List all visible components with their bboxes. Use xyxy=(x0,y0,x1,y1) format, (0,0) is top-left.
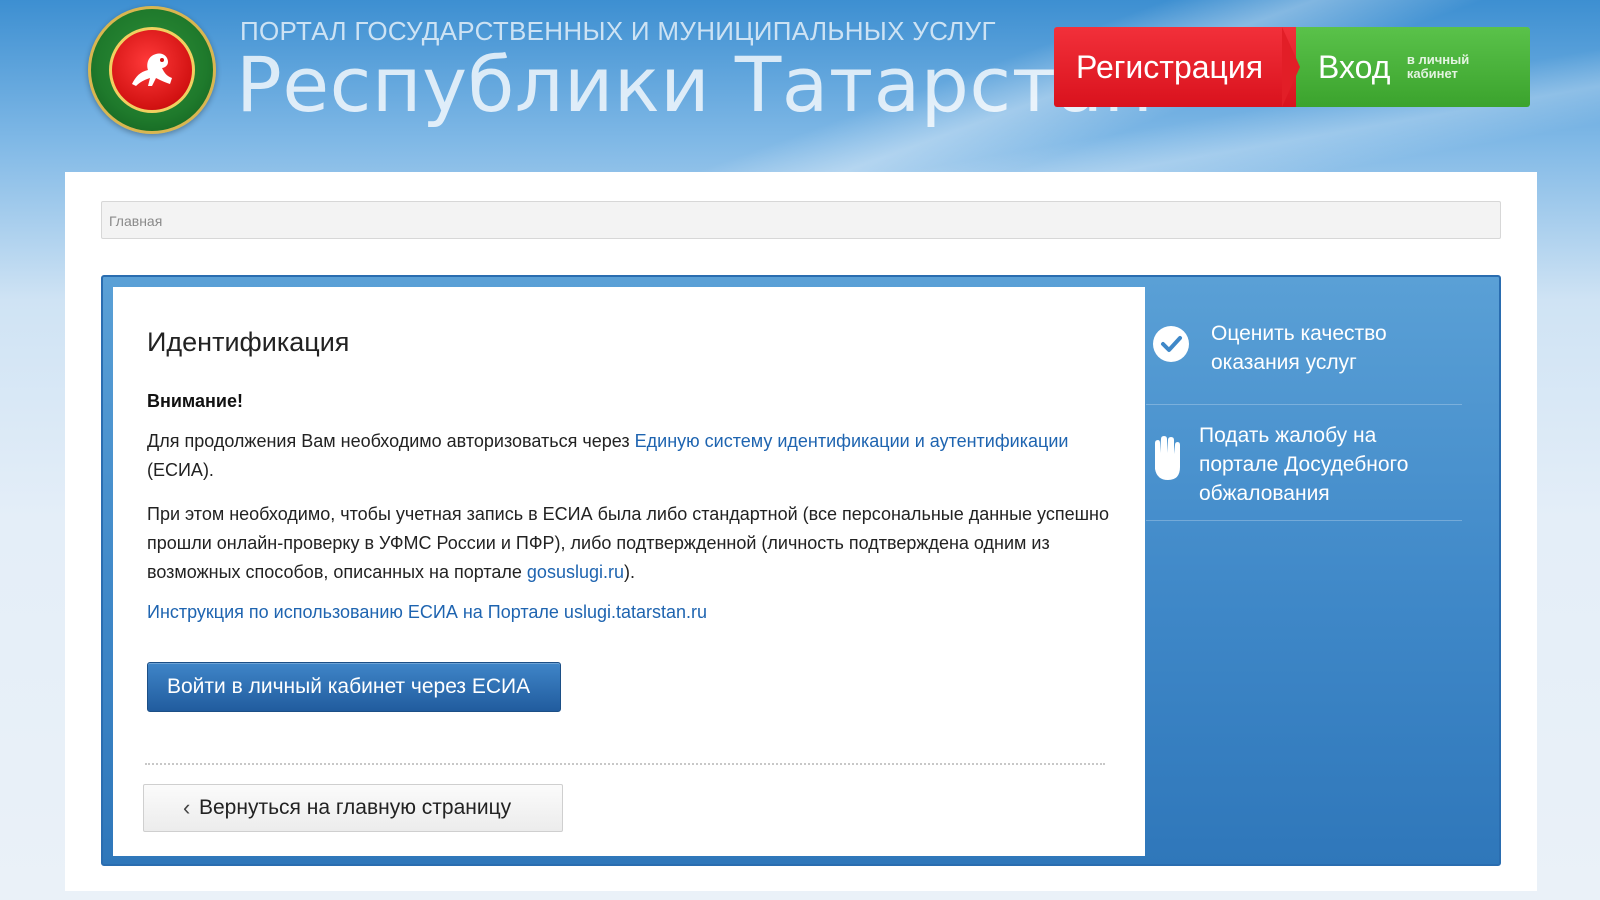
gosuslugi-link[interactable]: gosuslugi.ru xyxy=(527,562,624,582)
tatarstan-emblem-icon[interactable] xyxy=(88,6,216,134)
hand-stop-icon xyxy=(1151,435,1181,488)
breadcrumb-home-link[interactable]: Главная xyxy=(109,213,162,229)
esia-system-link[interactable]: Единую систему идентификации и аутентифи… xyxy=(635,431,1069,451)
auth-paragraph: Для продолжения Вам необходимо авторизов… xyxy=(147,427,1117,485)
login-sublabel: в личный кабинет xyxy=(1406,52,1470,81)
dotted-divider xyxy=(145,763,1105,765)
page-title: Идентификация xyxy=(147,327,350,357)
snow-leopard-icon xyxy=(132,53,172,86)
rate-quality-link[interactable]: Оценить качество оказания услуг xyxy=(1211,319,1387,377)
login-label: Вход xyxy=(1318,49,1391,85)
register-arrow-tip xyxy=(1282,27,1300,107)
complaint-link[interactable]: Подать жалобу на портале Досудебного обж… xyxy=(1199,421,1408,508)
rate-quality-line1: Оценить качество xyxy=(1211,322,1387,345)
register-button[interactable]: Регистрация xyxy=(1054,27,1296,107)
emblem-shield xyxy=(109,27,195,113)
complaint-line3: обжалования xyxy=(1199,482,1330,505)
complaint-line2: портале Досудебного xyxy=(1199,453,1409,476)
account-paragraph: При этом необходимо, чтобы учетная запис… xyxy=(147,500,1117,587)
identification-panel: Идентификация Внимание! Для продолжения … xyxy=(113,287,1145,856)
main-sheet: Главная Идентификация Внимание! Для прод… xyxy=(65,172,1537,891)
esia-instruction-link[interactable]: Инструкция по использованию ЕСИА на Порт… xyxy=(147,602,707,623)
attention-label: Внимание! xyxy=(147,391,243,411)
login-button[interactable]: Вход в личный кабинет xyxy=(1282,27,1530,107)
account-text-tail: ). xyxy=(623,562,635,582)
rate-quality-line2: оказания услуг xyxy=(1211,351,1357,374)
portal-title: Республики Татарстан xyxy=(236,40,1154,129)
content-frame: Идентификация Внимание! Для продолжения … xyxy=(101,275,1501,866)
sidebar-divider xyxy=(1146,520,1462,521)
checkmark-circle-icon xyxy=(1153,326,1189,362)
auth-text: Для продолжения Вам необходимо авторизов… xyxy=(147,431,635,451)
back-to-home-button[interactable]: ‹ Вернуться на главную страницу xyxy=(143,784,563,832)
chevron-left-icon: ‹ xyxy=(183,795,191,820)
esia-login-button[interactable]: Войти в личный кабинет через ЕСИА xyxy=(147,662,561,712)
sidebar-divider xyxy=(1146,404,1462,405)
complaint-line1: Подать жалобу на xyxy=(1199,424,1377,447)
auth-text-tail: (ЕСИА). xyxy=(147,460,214,480)
register-label: Регистрация xyxy=(1076,49,1264,85)
esia-login-label: Войти в личный кабинет через ЕСИА xyxy=(167,675,531,698)
breadcrumb: Главная xyxy=(101,201,1501,239)
back-label: Вернуться на главную страницу xyxy=(199,796,512,819)
